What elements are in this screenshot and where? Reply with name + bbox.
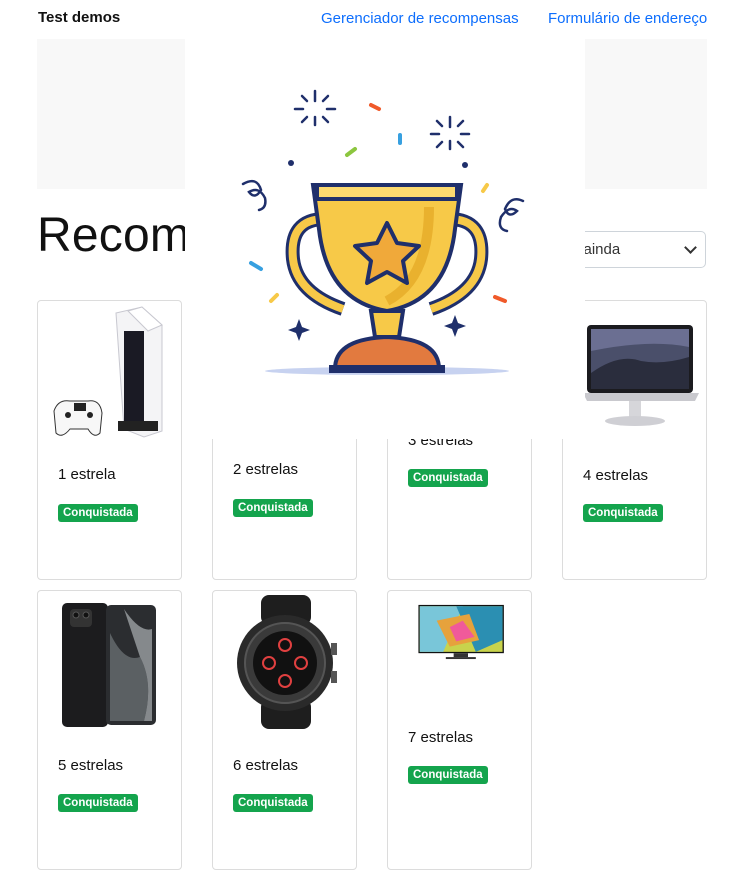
status-badge: Conquistada [58,794,138,812]
status-badge: Conquistada [58,504,138,522]
status-badge: Conquistada [233,499,313,517]
status-badge: Conquistada [408,469,488,487]
trophy-icon [241,89,525,375]
reward-card[interactable]: 7 estrelas Conquistada [387,590,532,870]
nav-brand[interactable]: Test demos [38,9,120,26]
status-badge: Conquistada [233,794,313,812]
page-title: Recom [37,209,191,262]
card-stars-label: 6 estrelas [233,757,299,774]
card-stars-label: 2 estrelas [233,461,299,478]
smartwatch-image [237,595,337,729]
playstation-5-image [53,306,163,438]
reward-card[interactable]: 6 estrelas Conquistada [212,590,357,870]
nav-link-rewards-manager[interactable]: Gerenciador de recompensas [321,10,519,27]
smartphone-image [62,603,156,727]
card-stars-label: 1 estrela [58,466,116,483]
qled-tv-image [418,604,504,660]
reward-card[interactable]: 1 estrela Conquistada [37,300,182,580]
status-badge: Conquistada [408,766,488,784]
card-stars-label: 7 estrelas [408,729,474,746]
card-stars-label: 5 estrelas [58,757,124,774]
status-badge: Conquistada [583,504,663,522]
reward-card[interactable]: 5 estrelas Conquistada [37,590,182,870]
nav-link-address-form[interactable]: Formulário de endereço [548,10,707,27]
macbook-image [583,325,699,426]
achievement-modal [185,39,585,439]
chevron-down-icon [684,241,697,254]
card-stars-label: 4 estrelas [583,467,649,484]
